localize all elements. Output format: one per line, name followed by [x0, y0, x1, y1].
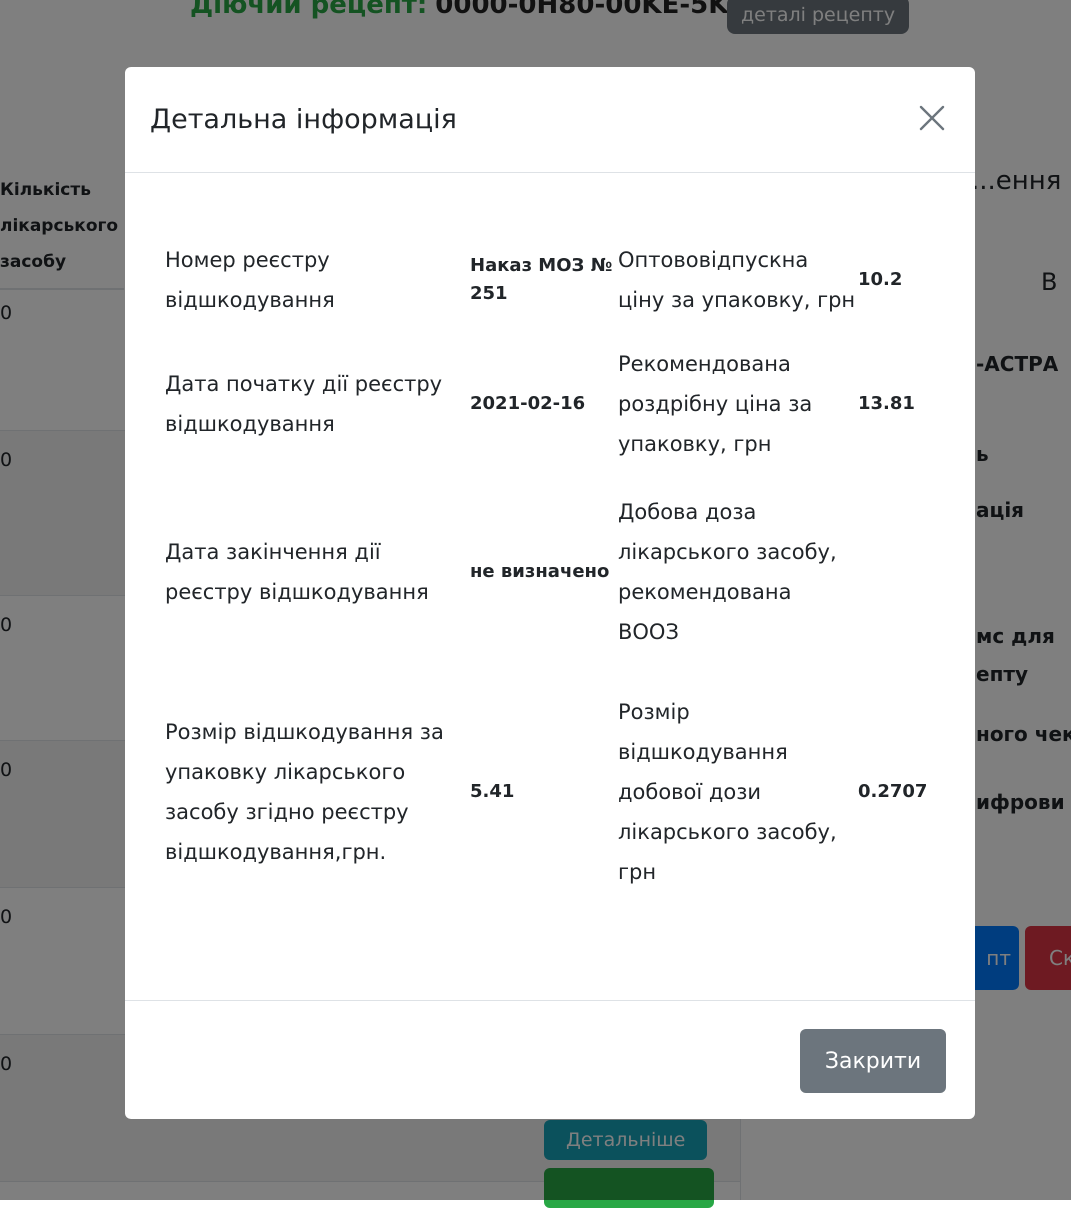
- table-row: Дата закінчення дії реєстру відшкодуванн…: [165, 464, 946, 679]
- field-label: Оптововідпускна ціну за упаковку, грн: [618, 248, 856, 312]
- close-button[interactable]: Закрити: [800, 1029, 946, 1093]
- field-value: не визначено: [470, 560, 610, 582]
- modal-header: Детальна інформація: [125, 67, 975, 173]
- close-icon[interactable]: [915, 101, 949, 135]
- table-row: Розмір відшкодування за упаковку лікарсь…: [165, 679, 946, 904]
- field-label: Рекомендована роздрібну ціна за упаковку…: [618, 352, 813, 456]
- field-value: [858, 464, 946, 679]
- field-value: Наказ МОЗ № 251: [470, 255, 613, 304]
- field-value: 13.81: [858, 393, 915, 414]
- field-label: Дата закінчення дії реєстру відшкодуванн…: [165, 539, 429, 604]
- field-label: Номер реєстру відшкодування: [165, 248, 335, 312]
- field-value: 2021-02-16: [470, 393, 586, 414]
- table-row: Дата початку дії реєстру відшкодування 2…: [165, 344, 946, 464]
- field-value: 5.41: [470, 780, 515, 802]
- details-table: Номер реєстру відшкодування Наказ МОЗ № …: [165, 216, 946, 904]
- modal-footer: Закрити: [125, 1000, 975, 1119]
- field-value: 0.2707: [858, 780, 928, 802]
- field-label: Добова доза лікарського засобу, рекоменд…: [618, 499, 837, 644]
- modal-title: Детальна інформація: [150, 104, 457, 135]
- field-label: Розмір відшкодування добової дози лікарс…: [618, 699, 837, 884]
- details-modal: Детальна інформація Номер реєстру відшко…: [125, 67, 975, 1119]
- field-value: 10.2: [858, 269, 903, 290]
- field-label: Розмір відшкодування за упаковку лікарсь…: [165, 719, 444, 864]
- table-row: Номер реєстру відшкодування Наказ МОЗ № …: [165, 216, 946, 344]
- modal-body: Номер реєстру відшкодування Наказ МОЗ № …: [125, 173, 975, 1000]
- field-label: Дата початку дії реєстру відшкодування: [165, 372, 443, 436]
